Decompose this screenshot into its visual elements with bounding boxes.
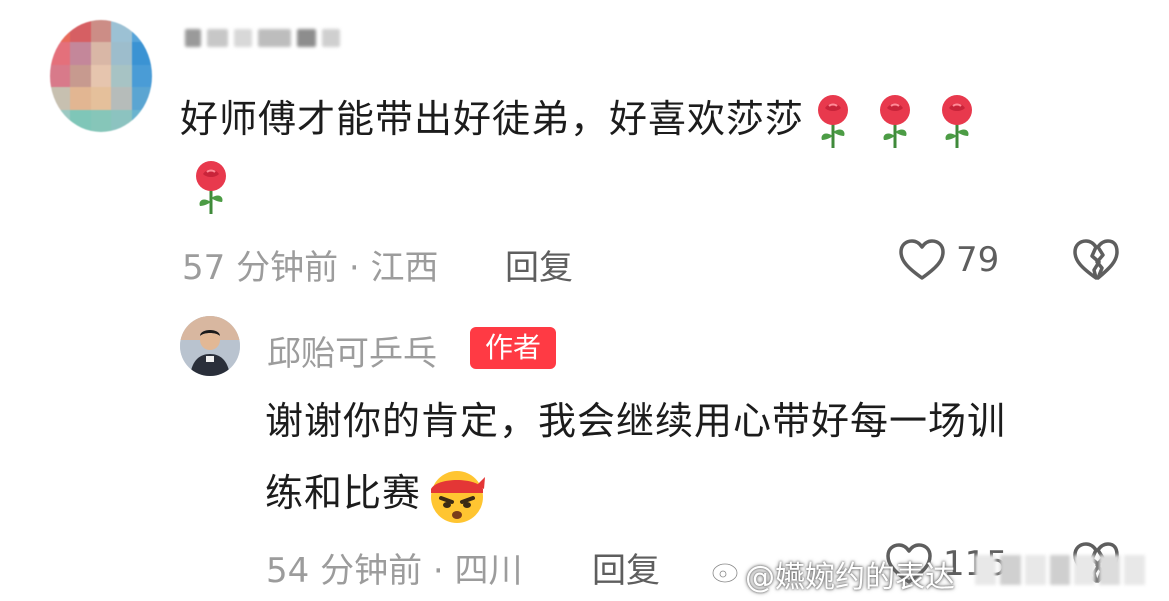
rose-emoji xyxy=(940,94,974,150)
reply-button[interactable]: 回复 xyxy=(505,240,573,289)
commenter-name-redacted[interactable] xyxy=(185,24,340,52)
like-count: 79 xyxy=(956,240,1000,280)
rose-emoji xyxy=(878,94,912,150)
rose-emoji xyxy=(194,160,228,216)
watermark-text: @嬿婉约的表达 xyxy=(745,560,955,595)
reply-line-2: 练和比赛 xyxy=(265,460,487,526)
determined-face-emoji xyxy=(431,470,486,523)
reply-line-1: 谢谢你的肯定，我会继续用心带好每一场训 xyxy=(265,399,1007,443)
commenter-avatar[interactable] xyxy=(50,20,152,132)
reply-time-location: 54 分钟前 · 四川 xyxy=(266,551,523,591)
author-avatar[interactable] xyxy=(180,316,240,376)
author-badge: 作者 xyxy=(470,327,556,369)
comment-text: 好师傅才能带出好徒弟，好喜欢莎莎 xyxy=(180,97,805,141)
weibo-logo-icon xyxy=(712,557,742,584)
heart-icon xyxy=(899,239,945,280)
rose-emoji xyxy=(816,94,850,150)
reply-line-2-text: 练和比赛 xyxy=(265,471,422,515)
comment-body: 好师傅才能带出好徒弟，好喜欢莎莎 xyxy=(180,86,1140,218)
reply-button[interactable]: 回复 xyxy=(592,543,660,592)
dislike-broken-heart-icon[interactable] xyxy=(1072,238,1120,282)
like-button[interactable]: 79 xyxy=(898,236,1008,286)
watermark-redacted xyxy=(975,555,1146,587)
comment-time-location: 57 分钟前 · 江西 xyxy=(182,248,439,288)
author-name[interactable]: 邱贻可乒乓 xyxy=(267,326,437,375)
